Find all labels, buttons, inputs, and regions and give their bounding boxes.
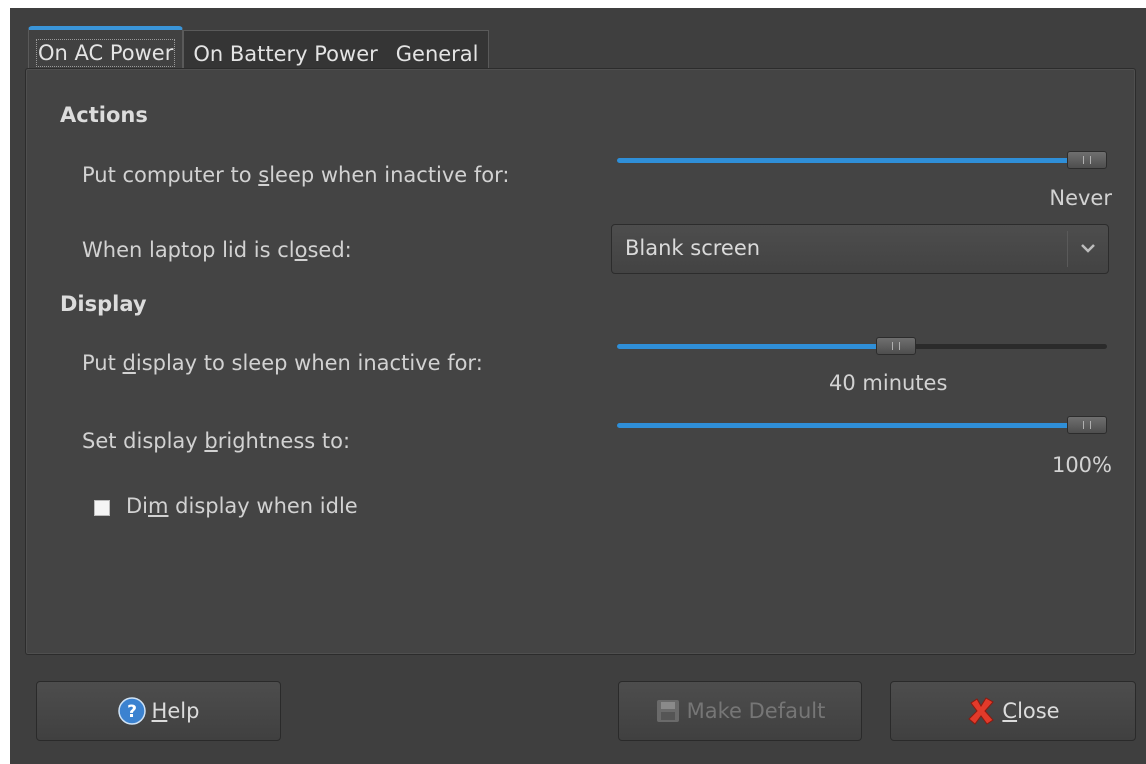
close-icon [966, 696, 996, 726]
combo-separator [1067, 231, 1068, 267]
grip-icon [892, 342, 901, 350]
dim-display-label[interactable]: Dim display when idle [126, 494, 358, 518]
lid-action-combobox[interactable]: Blank screen [611, 224, 1109, 274]
chevron-down-icon[interactable] [1078, 238, 1098, 258]
help-button-label: Help [151, 699, 200, 723]
computer-sleep-value: Never [1049, 186, 1112, 210]
slider-handle[interactable] [876, 337, 917, 355]
help-button[interactable]: ? Help [36, 681, 281, 741]
display-sleep-slider[interactable] [617, 336, 1107, 356]
grip-icon [1083, 156, 1091, 164]
slider-fill [617, 158, 1087, 163]
lid-action-selected: Blank screen [625, 236, 761, 260]
lid-closed-label: When laptop lid is closed: [82, 238, 352, 262]
save-icon [655, 698, 681, 724]
brightness-slider[interactable] [617, 415, 1107, 435]
display-sleep-value: 40 minutes [829, 371, 948, 395]
slider-handle[interactable] [1067, 151, 1107, 169]
tab-label: General [395, 42, 479, 66]
svg-text:?: ? [127, 702, 137, 722]
computer-sleep-label: Put computer to sleep when inactive for: [82, 163, 510, 187]
help-icon: ? [117, 697, 146, 725]
display-section-title: Display [60, 292, 147, 316]
close-button-label: Close [1002, 699, 1060, 723]
dim-display-checkbox[interactable] [94, 500, 110, 516]
make-default-label: Make Default [686, 699, 826, 723]
make-default-button[interactable]: Make Default [618, 681, 862, 741]
tab-label: On Battery Power [193, 42, 378, 66]
computer-sleep-slider[interactable] [617, 150, 1107, 170]
actions-section-title: Actions [60, 103, 148, 127]
slider-handle[interactable] [1067, 416, 1107, 434]
brightness-label: Set display brightness to: [82, 429, 351, 453]
grip-icon [1083, 421, 1091, 429]
close-button[interactable]: Close [890, 681, 1136, 741]
slider-fill [617, 423, 1087, 428]
slider-fill [617, 344, 897, 349]
display-sleep-label: Put display to sleep when inactive for: [82, 351, 483, 375]
tab-label: On AC Power [35, 39, 176, 67]
brightness-value: 100% [1051, 453, 1112, 477]
